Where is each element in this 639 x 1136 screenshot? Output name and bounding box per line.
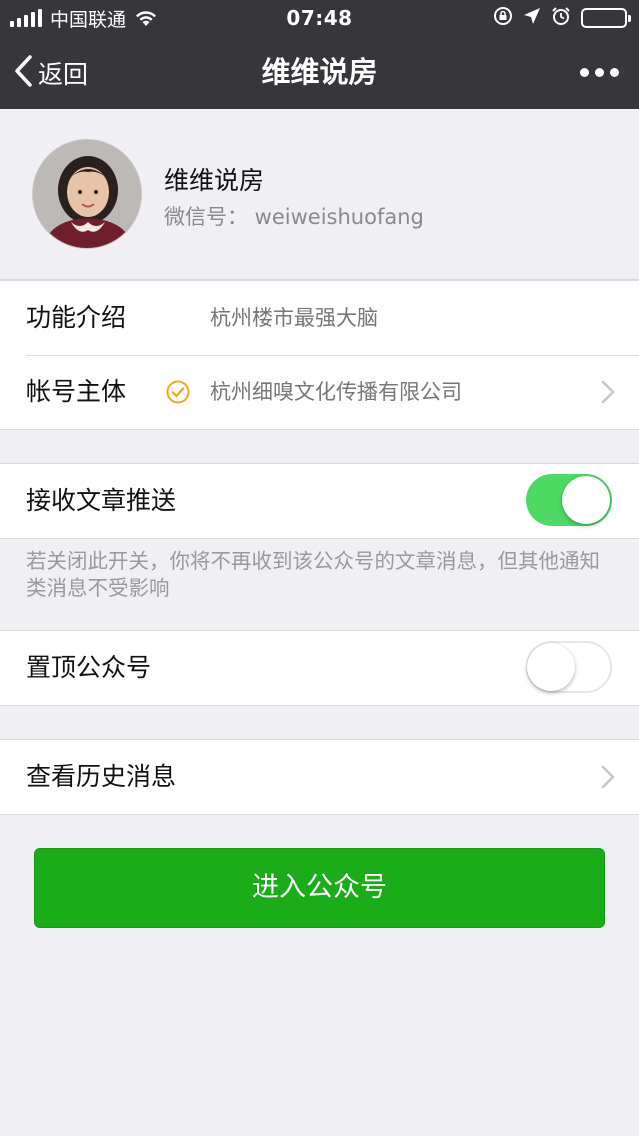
rotation-lock-icon xyxy=(493,6,513,30)
carrier-name: 中国联通 xyxy=(50,8,127,31)
receive-articles-label: 接收文章推送 xyxy=(26,486,177,515)
pin-account-label: 置顶公众号 xyxy=(26,653,152,682)
account-entity-value: 杭州细嗅文化传播有限公司 xyxy=(210,380,462,404)
back-button[interactable]: 返回 xyxy=(12,36,88,109)
history-group: 查看历史消息 xyxy=(0,739,639,815)
pin-group: 置顶公众号 xyxy=(0,630,639,706)
page-title: 维维说房 xyxy=(261,55,378,89)
battery-icon xyxy=(581,8,631,28)
receive-articles-row: 接收文章推送 xyxy=(0,464,639,538)
receive-hint: 若关闭此开关，你将不再收到该公众号的文章消息，但其他通知类消息不受影响 xyxy=(26,549,600,600)
pin-account-toggle[interactable] xyxy=(526,641,612,693)
receive-articles-toggle[interactable] xyxy=(526,474,612,526)
account-name: 维维说房 xyxy=(164,166,265,195)
account-entity-label: 帐号主体 xyxy=(26,377,127,406)
status-bar: 中国联通 07:48 xyxy=(0,0,639,36)
pin-account-row: 置顶公众号 xyxy=(0,631,639,705)
intro-label: 功能介绍 xyxy=(26,303,127,332)
intro-row: 功能介绍 杭州楼市最强大脑 xyxy=(0,281,639,355)
signal-icon xyxy=(10,9,42,27)
avatar[interactable] xyxy=(32,139,142,249)
account-entity-row[interactable]: 帐号主体 杭州细嗅文化传播有限公司 xyxy=(0,355,639,429)
intro-value: 杭州楼市最强大脑 xyxy=(210,306,378,330)
chevron-right-icon xyxy=(601,765,615,789)
location-arrow-icon xyxy=(523,7,541,29)
profile-header: 维维说房 微信号： weiweishuofang xyxy=(0,109,639,280)
chevron-right-icon xyxy=(601,380,615,404)
wechat-id: 微信号： weiweishuofang xyxy=(164,205,424,229)
enter-account-button[interactable]: 进入公众号 xyxy=(34,848,605,928)
history-label: 查看历史消息 xyxy=(26,762,177,791)
info-group: 功能介绍 杭州楼市最强大脑 帐号主体 杭州细嗅文化传播有限公司 xyxy=(0,280,639,430)
more-options-icon[interactable] xyxy=(580,36,619,109)
history-row[interactable]: 查看历史消息 xyxy=(0,740,639,814)
alarm-icon xyxy=(551,6,571,30)
receive-group: 接收文章推送 xyxy=(0,463,639,539)
back-label: 返回 xyxy=(38,59,89,89)
nav-bar: 返回 维维说房 xyxy=(0,36,639,109)
status-right xyxy=(493,0,631,36)
verified-icon xyxy=(166,380,190,404)
status-left: 中国联通 xyxy=(10,0,158,36)
wifi-icon xyxy=(134,9,158,27)
chevron-left-icon xyxy=(12,54,34,92)
